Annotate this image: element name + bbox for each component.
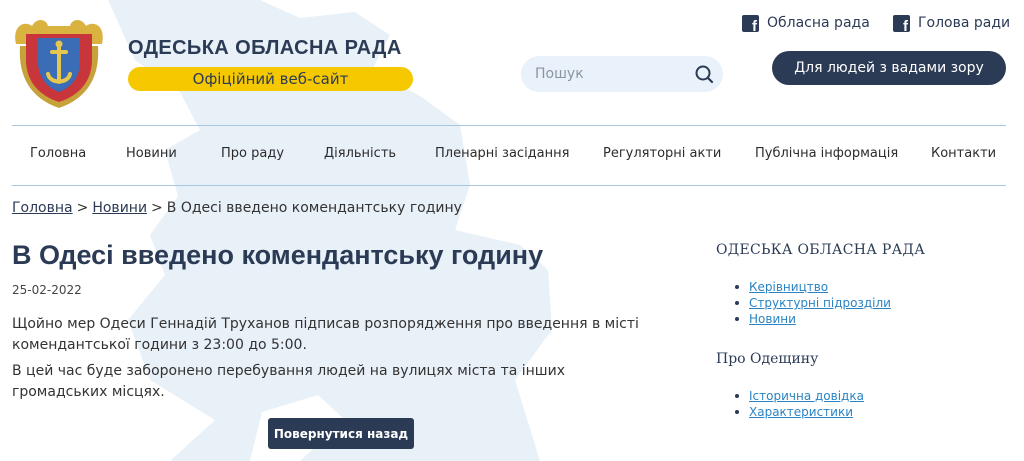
nav-item-home[interactable]: Головна (30, 146, 86, 161)
breadcrumb: Головна > Новини > В Одесі введено комендант… (12, 200, 462, 216)
nav-item-public-information[interactable]: Публічна інформація (755, 146, 898, 161)
accessibility-button[interactable]: Для людей з вадами зору (772, 51, 1006, 85)
facebook-oblast-council-label: Обласна рада (767, 15, 870, 31)
facebook-icon: f (893, 14, 910, 35)
sidebar-list-council: Керівництво Структурні підрозділи Новини (735, 279, 891, 327)
breadcrumb-home-link[interactable]: Головна (12, 200, 73, 216)
search-input[interactable] (535, 56, 685, 92)
sidebar-link-leadership[interactable]: Керівництво (749, 280, 828, 294)
article-paragraph: В цей час буде заборонено перебування лю… (12, 363, 565, 400)
list-item: Характеристики (735, 404, 864, 420)
list-item: Новини (735, 311, 891, 327)
article-paragraph: Щойно мер Одеси Геннадій Труханов підпис… (12, 316, 639, 353)
nav-item-plenary-sessions[interactable]: Пленарні засідання (435, 146, 569, 161)
main-nav: Головна Новини Про раду Діяльність Плена… (12, 125, 1006, 186)
sidebar-link-departments[interactable]: Структурні підрозділи (749, 296, 891, 310)
nav-item-contacts[interactable]: Контакти (931, 146, 996, 161)
nav-item-news[interactable]: Новини (126, 146, 177, 161)
breadcrumb-current: В Одесі введено комендантську годину (166, 200, 462, 216)
facebook-council-head-label: Голова ради (918, 15, 1011, 31)
list-item: Історична довідка (735, 388, 864, 404)
site-tagline: Офіційний веб-сайт (128, 67, 413, 91)
sidebar-link-news[interactable]: Новини (749, 312, 796, 326)
nav-item-regulatory-acts[interactable]: Регуляторні акти (603, 146, 721, 161)
sidebar-link-characteristics[interactable]: Характеристики (749, 405, 853, 419)
breadcrumb-news-link[interactable]: Новини (92, 200, 147, 216)
breadcrumb-separator: > (151, 200, 163, 216)
search-icon[interactable] (694, 64, 714, 84)
sidebar-link-history[interactable]: Історична довідка (749, 389, 864, 403)
nav-item-activity[interactable]: Діяльність (324, 146, 396, 161)
site-header: ОДЕСЬКА ОБЛАСНА РАДА Офіційний веб-сайт … (0, 0, 1024, 125)
sidebar-heading-region: Про Одещину (716, 351, 819, 367)
sidebar-heading-council: ОДЕСЬКА ОБЛАСНА РАДА (716, 242, 926, 258)
article-date: 25-02-2022 (12, 283, 82, 297)
search-box (521, 56, 723, 92)
facebook-icon: f (742, 14, 759, 35)
page-title: В Одесі введено комендантську годину (12, 240, 544, 270)
sidebar-list-region: Історична довідка Характеристики (735, 388, 864, 420)
list-item: Структурні підрозділи (735, 295, 891, 311)
nav-item-about[interactable]: Про раду (221, 146, 284, 161)
breadcrumb-separator: > (76, 200, 89, 216)
coat-of-arms-logo[interactable] (12, 16, 106, 110)
site-title[interactable]: ОДЕСЬКА ОБЛАСНА РАДА (128, 37, 402, 60)
list-item: Керівництво (735, 279, 891, 295)
back-button[interactable]: Повернутися назад (268, 418, 414, 449)
facebook-oblast-council-link[interactable]: f Обласна рада (742, 14, 870, 35)
facebook-council-head-link[interactable]: f Голова ради (893, 14, 1011, 35)
